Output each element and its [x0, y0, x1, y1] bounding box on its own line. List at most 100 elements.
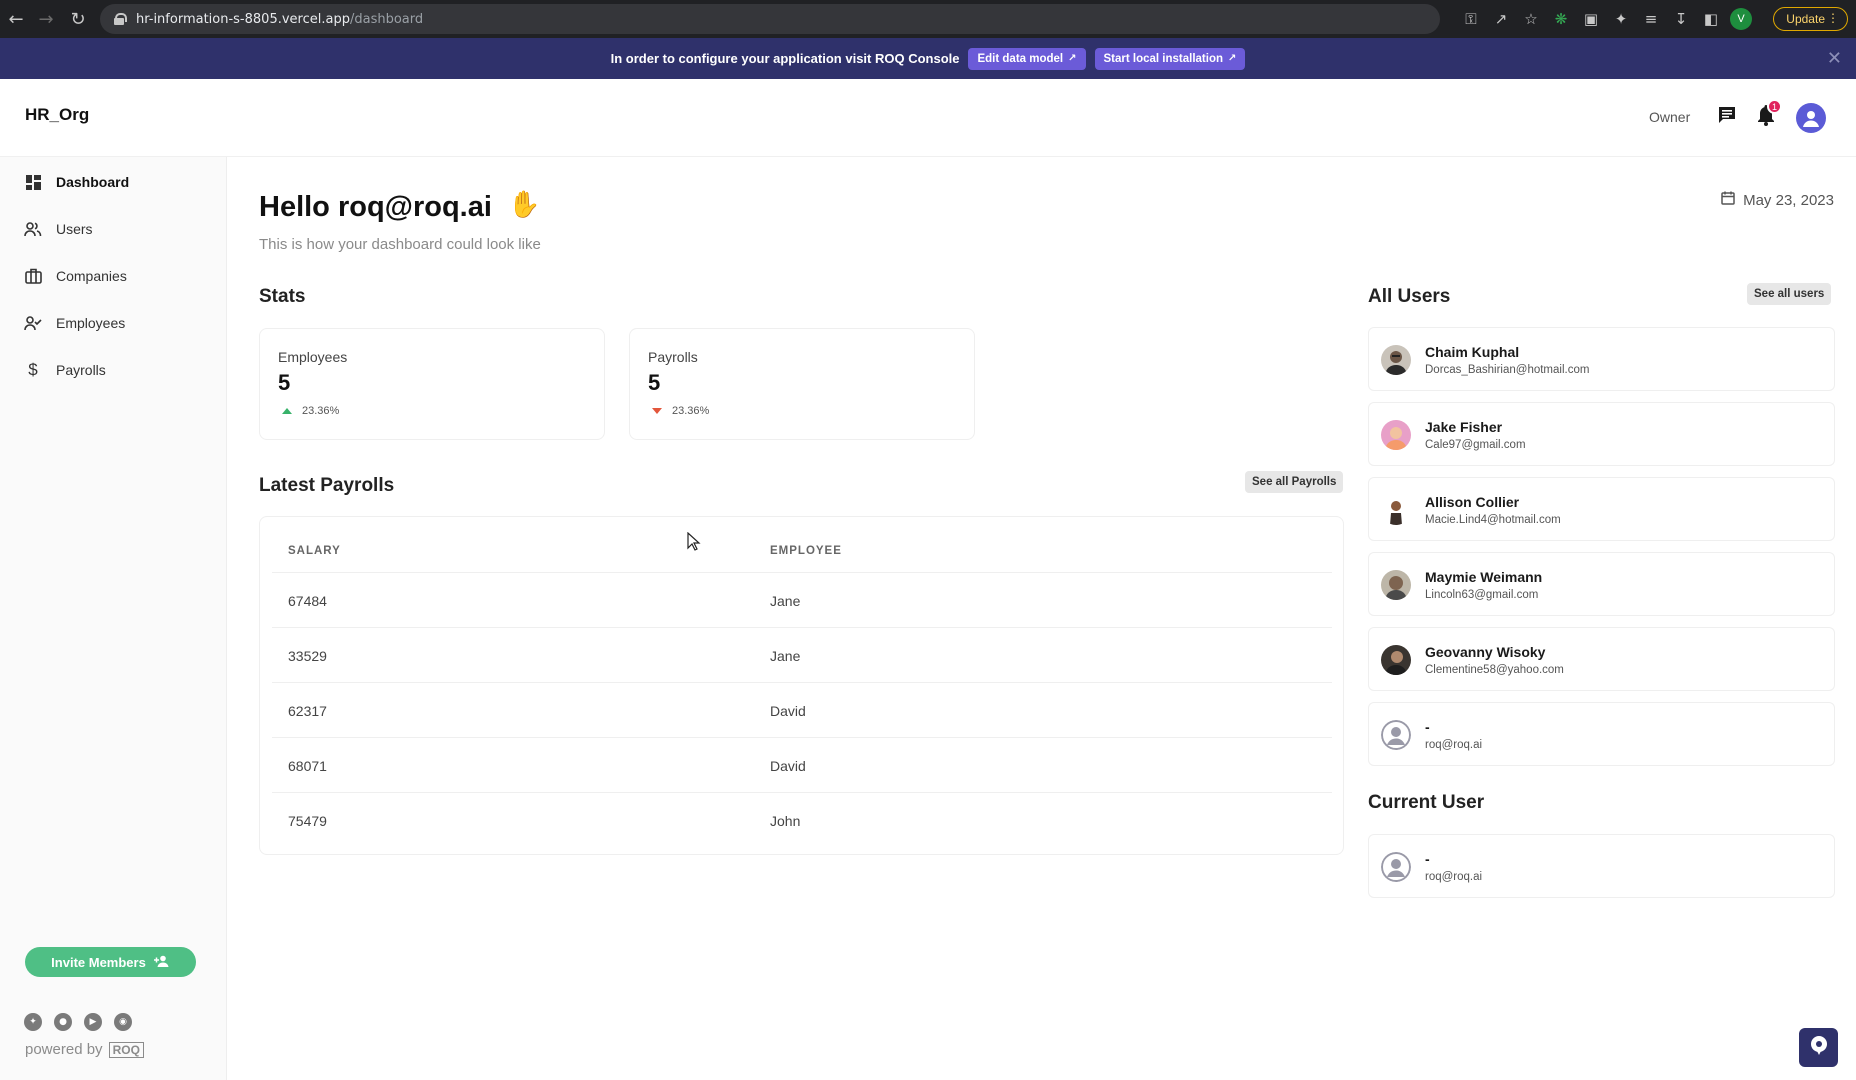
waving-hand-icon: ✋	[508, 190, 541, 220]
powered-by-text: powered by	[25, 1041, 103, 1058]
page-title: Hello roq@roq.ai	[259, 191, 492, 223]
employee-cell: John	[770, 813, 801, 829]
stat-change-value: 23.36%	[302, 405, 340, 417]
app-header: HR_Org Owner 1	[0, 79, 1856, 157]
reading-list-icon[interactable]: ≡	[1640, 8, 1662, 30]
see-all-payrolls-button[interactable]: See all Payrolls	[1245, 471, 1344, 493]
stat-value: 5	[648, 370, 661, 395]
reload-icon[interactable]: ↻	[62, 3, 94, 35]
stat-label: Payrolls	[648, 349, 698, 365]
user-name: -	[1425, 719, 1430, 735]
sidebar-item-users[interactable]: Users	[24, 214, 93, 244]
start-local-installation-button[interactable]: Start local installation ↗	[1094, 47, 1246, 70]
default-avatar-icon	[1381, 720, 1411, 750]
extension-green-icon[interactable]: ❋	[1550, 8, 1572, 30]
twitter-icon[interactable]: ✦	[24, 1013, 42, 1031]
employee-cell: David	[770, 703, 806, 719]
browser-toolbar: ← → ↻ hr-information-s-8805.vercel.app/d…	[0, 0, 1856, 38]
table-row[interactable]: 67484 Jane	[272, 572, 1332, 627]
user-email: Cale97@gmail.com	[1425, 439, 1526, 451]
salary-cell: 62317	[288, 703, 327, 719]
sidepanel-icon[interactable]: ◧	[1700, 8, 1722, 30]
users-icon	[24, 220, 42, 238]
sidebar-item-label: Employees	[56, 315, 126, 331]
help-button[interactable]	[1799, 1028, 1838, 1067]
notification-badge: 1	[1767, 99, 1782, 114]
update-button[interactable]: Update ⋮	[1773, 7, 1848, 31]
address-bar[interactable]: hr-information-s-8805.vercel.app/dashboa…	[100, 4, 1440, 34]
salary-cell: 67484	[288, 593, 327, 609]
back-icon[interactable]: ←	[0, 3, 32, 35]
discord-icon[interactable]: ◉	[114, 1013, 132, 1031]
page-subtitle: This is how your dashboard could look li…	[259, 236, 541, 253]
user-name: Geovanny Wisoky	[1425, 644, 1546, 660]
roq-logo[interactable]: ROQ	[108, 1041, 144, 1058]
star-icon[interactable]: ☆	[1520, 8, 1542, 30]
stat-card-employees: Employees 5 23.36%	[259, 328, 605, 440]
download-icon[interactable]: ↧	[1670, 8, 1692, 30]
github-icon[interactable]: ●	[54, 1013, 72, 1031]
bell-icon[interactable]: 1	[1752, 99, 1782, 129]
start-local-installation-label: Start local installation	[1103, 52, 1224, 65]
current-user-card[interactable]: - roq@roq.ai	[1368, 834, 1835, 898]
user-card[interactable]: Jake Fisher Cale97@gmail.com	[1368, 402, 1835, 466]
sidebar-item-payrolls[interactable]: $ Payrolls	[24, 355, 106, 385]
sidebar-item-employees[interactable]: Employees	[24, 308, 125, 338]
youtube-icon[interactable]: ▶	[84, 1013, 102, 1031]
date-text: May 23, 2023	[1743, 191, 1834, 209]
stat-change: 23.36%	[282, 405, 339, 417]
sidebar-item-label: Dashboard	[56, 174, 130, 190]
share-icon[interactable]: ↗	[1490, 8, 1512, 30]
banner-text: In order to configure your application v…	[610, 51, 960, 66]
user-name: Chaim Kuphal	[1425, 344, 1520, 360]
employee-cell: Jane	[770, 648, 801, 664]
user-card[interactable]: Maymie Weimann Lincoln63@gmail.com	[1368, 552, 1835, 616]
employee-cell: David	[770, 758, 806, 774]
payrolls-table: SALARY EMPLOYEE 67484 Jane 33529 Jane 62…	[259, 516, 1344, 855]
add-user-icon	[153, 955, 170, 970]
invite-members-label: Invite Members	[51, 954, 146, 970]
sidebar-item-dashboard[interactable]: Dashboard	[24, 167, 129, 197]
current-user-title: Current User	[1368, 792, 1485, 813]
external-link-icon: ↗	[1228, 53, 1237, 64]
table-row[interactable]: 62317 David	[272, 682, 1332, 737]
invite-members-button[interactable]: Invite Members	[25, 947, 196, 977]
brand-name[interactable]: HR_Org	[25, 105, 89, 125]
user-email: Clementine58@yahoo.com	[1425, 664, 1564, 676]
user-card[interactable]: Geovanny Wisoky Clementine58@yahoo.com	[1368, 627, 1835, 691]
key-icon[interactable]: ⚿	[1460, 8, 1482, 30]
column-header-employee[interactable]: EMPLOYEE	[770, 545, 842, 557]
stats-title: Stats	[259, 286, 306, 307]
salary-cell: 75479	[288, 813, 327, 829]
help-icon	[1809, 1034, 1829, 1061]
user-avatar[interactable]	[1796, 103, 1826, 133]
more-icon: ⋮	[1827, 11, 1839, 25]
user-card[interactable]: - roq@roq.ai	[1368, 702, 1835, 766]
puzzle-icon[interactable]: ✦	[1610, 8, 1632, 30]
edit-data-model-button[interactable]: Edit data model ↗	[968, 47, 1086, 70]
forward-icon[interactable]: →	[30, 3, 62, 35]
sidebar-item-companies[interactable]: Companies	[24, 261, 127, 291]
close-icon[interactable]: ✕	[1827, 48, 1842, 69]
user-email: Dorcas_Bashirian@hotmail.com	[1425, 364, 1590, 376]
user-avatar	[1381, 420, 1411, 450]
chat-icon[interactable]	[1713, 101, 1741, 129]
all-users-title: All Users	[1368, 286, 1451, 307]
employees-icon	[24, 314, 42, 332]
user-name: Allison Collier	[1425, 494, 1520, 510]
user-card[interactable]: Chaim Kuphal Dorcas_Bashirian@hotmail.co…	[1368, 327, 1835, 391]
sidebar-item-label: Companies	[56, 268, 127, 284]
social-links: ✦ ● ▶ ◉	[24, 1013, 132, 1031]
column-header-salary[interactable]: SALARY	[288, 545, 341, 557]
table-row[interactable]: 75479 John	[272, 792, 1332, 847]
see-all-users-button[interactable]: See all users	[1747, 283, 1832, 305]
extension-card-icon[interactable]: ▣	[1580, 8, 1602, 30]
edit-data-model-label: Edit data model	[977, 52, 1064, 65]
mouse-cursor	[687, 531, 701, 557]
user-card[interactable]: Allison Collier Macie.Lind4@hotmail.com	[1368, 477, 1835, 541]
table-row[interactable]: 68071 David	[272, 737, 1332, 792]
stat-change-value: 23.36%	[672, 405, 710, 417]
date-display: May 23, 2023	[1721, 191, 1834, 209]
profile-avatar[interactable]: V	[1730, 8, 1752, 30]
table-row[interactable]: 33529 Jane	[272, 627, 1332, 682]
